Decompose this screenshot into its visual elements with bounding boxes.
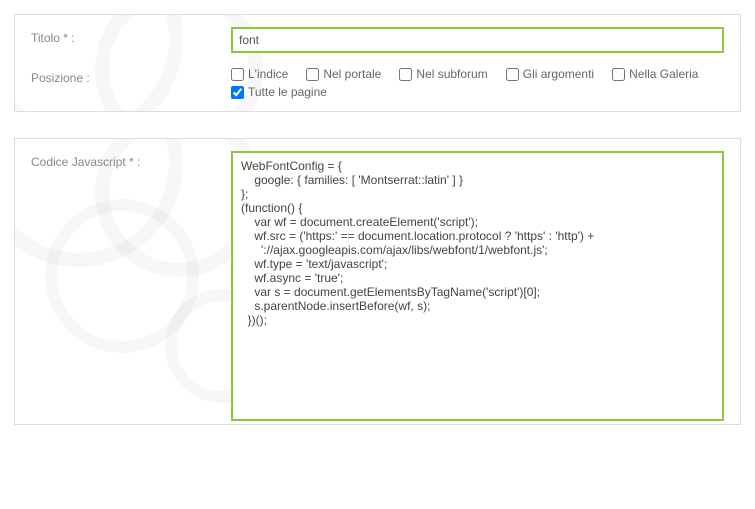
- posizione-checkbox-group: L'indice Nel portale Nel subforum Gli argom…: [231, 67, 724, 99]
- posizione-option[interactable]: Nel portale: [306, 67, 381, 81]
- posizione-option-label: L'indice: [248, 67, 288, 81]
- posizione-checkbox[interactable]: [506, 68, 519, 81]
- code-textarea[interactable]: [231, 151, 724, 421]
- posizione-label: Posizione :: [31, 67, 231, 85]
- posizione-option[interactable]: L'indice: [231, 67, 288, 81]
- row-titolo: Titolo * :: [31, 27, 724, 53]
- posizione-option-label: Tutte le pagine: [248, 85, 327, 99]
- posizione-checkbox[interactable]: [612, 68, 625, 81]
- posizione-option[interactable]: Tutte le pagine: [231, 85, 327, 99]
- code-panel: Codice Javascript * :: [14, 138, 741, 425]
- posizione-checkbox[interactable]: [306, 68, 319, 81]
- posizione-option-label: Nel subforum: [416, 67, 487, 81]
- row-posizione: Posizione : L'indice Nel portale Nel subfo…: [31, 67, 724, 99]
- titolo-label: Titolo * :: [31, 27, 231, 45]
- title-position-panel: Titolo * : Posizione : L'indice Nel porta…: [14, 14, 741, 112]
- posizione-option-label: Gli argomenti: [523, 67, 594, 81]
- posizione-checkbox[interactable]: [231, 68, 244, 81]
- posizione-option[interactable]: Nel subforum: [399, 67, 487, 81]
- posizione-option-label: Nella Galeria: [629, 67, 698, 81]
- row-code: Codice Javascript * :: [31, 151, 724, 424]
- posizione-option[interactable]: Nella Galeria: [612, 67, 698, 81]
- titolo-input[interactable]: [231, 27, 724, 53]
- code-label: Codice Javascript * :: [31, 151, 231, 169]
- posizione-option[interactable]: Gli argomenti: [506, 67, 594, 81]
- posizione-option-label: Nel portale: [323, 67, 381, 81]
- posizione-checkbox[interactable]: [231, 86, 244, 99]
- posizione-checkbox[interactable]: [399, 68, 412, 81]
